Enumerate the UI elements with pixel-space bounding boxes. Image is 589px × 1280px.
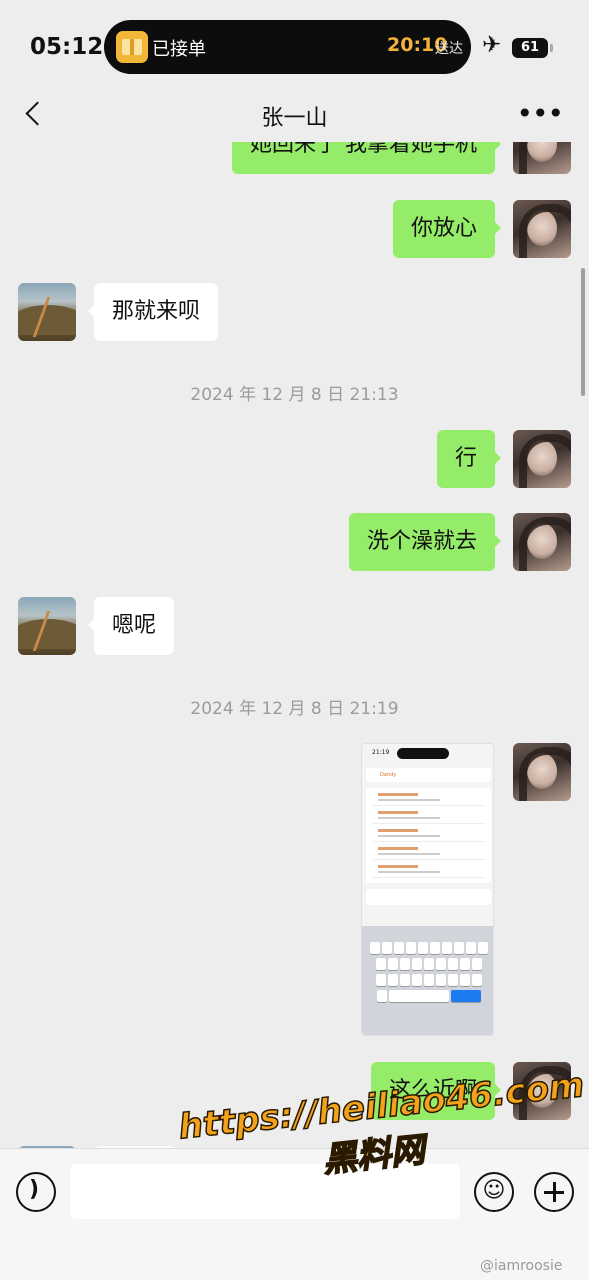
screenshot-result-row bbox=[372, 842, 485, 860]
delivery-package-icon bbox=[116, 31, 148, 63]
message-bubble-sent[interactable]: 她回来了 我拿着她手机 bbox=[232, 142, 501, 174]
my-avatar[interactable] bbox=[513, 200, 571, 258]
message-bubble-received[interactable]: 那就来呗 bbox=[87, 283, 219, 341]
screenshot-result-row bbox=[372, 788, 485, 806]
screenshot-island bbox=[397, 748, 449, 759]
message-list[interactable]: 她回来了 我拿着她手机 你放心 那就来呗 2024 年 12 月 8 日 21:… bbox=[0, 142, 589, 1148]
more-options-icon[interactable]: ••• bbox=[516, 100, 564, 128]
my-avatar[interactable] bbox=[513, 513, 571, 571]
weibo-handle: @iamroosie bbox=[480, 1258, 563, 1274]
message-bubble-sent[interactable]: 行 bbox=[436, 430, 502, 488]
contact-avatar[interactable] bbox=[18, 283, 76, 341]
screenshot-keyboard bbox=[362, 926, 493, 1035]
status-bar: 05:12 已接单 20:10 送达 ✈ 61 bbox=[0, 0, 589, 90]
screenshot-location-row bbox=[366, 889, 491, 905]
clock: 05:12 bbox=[30, 34, 104, 60]
message-bubble-sent[interactable]: 洗个澡就去 bbox=[348, 513, 502, 571]
battery-indicator: 61 bbox=[512, 38, 553, 58]
contact-avatar[interactable] bbox=[18, 597, 76, 655]
screenshot-result-list bbox=[366, 788, 491, 883]
screenshot-suggestions bbox=[362, 926, 493, 938]
image-message-screenshot[interactable]: 21:19 Dandy bbox=[361, 743, 494, 1036]
island-status-label: 已接单 bbox=[152, 39, 206, 60]
chat-header: 张一山 ••• bbox=[0, 88, 589, 142]
my-avatar[interactable] bbox=[513, 430, 571, 488]
scrollbar[interactable] bbox=[581, 268, 585, 396]
chat-screen: 05:12 已接单 20:10 送达 ✈ 61 张一山 ••• 她回来了 我拿着… bbox=[0, 0, 589, 1280]
contact-name: 张一山 bbox=[261, 106, 328, 131]
screenshot-result-row bbox=[372, 806, 485, 824]
my-avatar[interactable] bbox=[513, 142, 571, 174]
my-avatar[interactable] bbox=[513, 743, 571, 801]
dynamic-island[interactable]: 已接单 20:10 送达 bbox=[104, 20, 471, 74]
message-bubble-received[interactable]: 嗯呢 bbox=[87, 597, 175, 655]
message-timestamp: 2024 年 12 月 8 日 21:13 bbox=[190, 385, 399, 405]
voice-input-icon[interactable] bbox=[16, 1172, 56, 1212]
message-bubble-sent[interactable]: 你放心 bbox=[392, 200, 502, 258]
screenshot-search-field: Dandy bbox=[366, 768, 491, 782]
screenshot-result-row bbox=[372, 824, 485, 842]
island-eta-label: 送达 bbox=[435, 41, 463, 57]
message-timestamp: 2024 年 12 月 8 日 21:19 bbox=[190, 699, 399, 719]
screenshot-result-row bbox=[372, 860, 485, 878]
airplane-icon: ✈ bbox=[482, 32, 502, 58]
